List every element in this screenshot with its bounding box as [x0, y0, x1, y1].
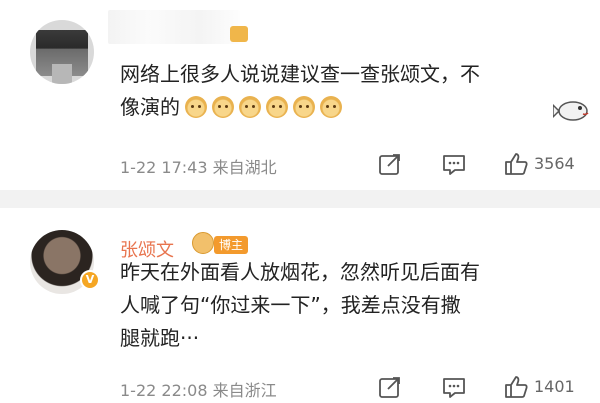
- dog-emoji-icon: [212, 96, 234, 118]
- share-icon: [379, 377, 400, 398]
- comment-meta: 1-22 22:08 来自浙江: [120, 381, 277, 400]
- author-badge-blurred: [230, 26, 248, 42]
- comment-footer: 1-22 17:43 来自湖北 3564: [0, 150, 600, 180]
- author-badge-icon: [192, 232, 214, 254]
- comment-text-fragment: 像演的: [120, 95, 180, 119]
- dog-emoji-icon: [185, 96, 207, 118]
- like-button[interactable]: [502, 373, 530, 401]
- comment-item: V 昨天在外面看人放烟花，忽然听见后面有 人喊了句“你过来一下”，我差点没有撒 …: [0, 208, 600, 403]
- like-count: 3564: [534, 154, 575, 173]
- thumbs-up-icon: [505, 153, 528, 175]
- comment-footer: 1-22 22:08 来自浙江 1401: [0, 373, 600, 403]
- comment-text-line: 网络上很多人说说建议查一查张颂文，不: [120, 62, 480, 86]
- avatar[interactable]: [30, 20, 94, 84]
- comment-text: 昨天在外面看人放烟花，忽然听见后面有 人喊了句“你过来一下”，我差点没有撒 腿就…: [120, 256, 590, 355]
- comment-item: 网络上很多人说说建议查一查张颂文，不 像演的 1-22 17:43 来自湖北 3…: [0, 0, 600, 190]
- comment-text-line: 人喊了句“你过来一下”，我差点没有撒: [120, 293, 461, 317]
- comment-text-line: 腿就跑···: [120, 326, 200, 350]
- comment-text: 网络上很多人说说建议查一查张颂文，不 像演的: [120, 58, 560, 124]
- comment-text-line: 昨天在外面看人放烟花，忽然听见后面有: [120, 260, 480, 284]
- reply-icon: [443, 378, 465, 398]
- host-tag: 博主: [214, 236, 249, 254]
- fish-sticker-icon: [553, 101, 589, 121]
- reply-button[interactable]: [440, 150, 468, 178]
- like-count: 1401: [534, 377, 575, 396]
- dog-emoji-icon: [266, 96, 288, 118]
- comment-text-line: 像演的: [120, 91, 560, 124]
- avatar-mosaic: [52, 64, 72, 84]
- dog-emoji-icon: [239, 96, 261, 118]
- like-button[interactable]: [502, 150, 530, 178]
- share-button[interactable]: [376, 150, 404, 178]
- reply-icon: [443, 155, 465, 175]
- share-icon: [379, 154, 400, 175]
- share-button[interactable]: [376, 373, 404, 401]
- dog-emoji-icon: [293, 96, 315, 118]
- reply-button[interactable]: [440, 373, 468, 401]
- verified-badge: V: [80, 270, 100, 290]
- author-name-blurred: [108, 10, 240, 44]
- author-name[interactable]: 张颂文: [120, 236, 174, 262]
- dog-emoji-icon: [320, 96, 342, 118]
- thumbs-up-icon: [505, 376, 528, 398]
- comment-meta: 1-22 17:43 来自湖北: [120, 158, 277, 177]
- comment-divider: [0, 190, 600, 208]
